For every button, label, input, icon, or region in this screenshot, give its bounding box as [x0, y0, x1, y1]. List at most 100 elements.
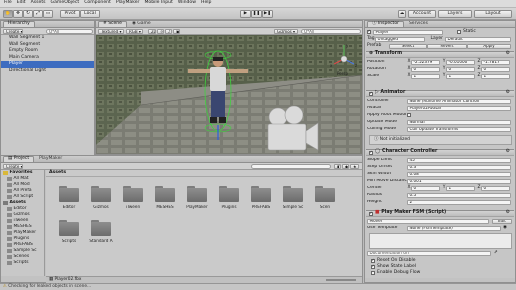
template-picker-icon[interactable]: ◉ [503, 225, 507, 231]
menu-item[interactable]: GameObject [51, 1, 80, 6]
hierarchy-item[interactable]: Player [1, 61, 94, 68]
fsm-check-row[interactable]: Enable Debug Flow [371, 270, 513, 276]
favorite-button[interactable]: ★ [350, 164, 359, 169]
gizmos-dropdown[interactable]: Gizmos ▾ [274, 29, 298, 34]
fsm-option-checkbox[interactable] [371, 271, 375, 275]
fsm-name-field[interactable]: Mover [367, 218, 489, 224]
transform-y-field[interactable]: 1 [446, 73, 475, 79]
tag-dropdown[interactable]: Untagged [375, 36, 425, 42]
fsm-description-box[interactable] [369, 233, 512, 249]
fsm-gear-icon[interactable]: ⚙ [506, 210, 510, 216]
menu-item[interactable]: Edit [17, 1, 26, 6]
pivot-toggle[interactable]: Pivot [60, 10, 80, 18]
folder-icon[interactable] [315, 185, 335, 202]
transform-z-field[interactable]: 0 [481, 66, 510, 72]
documentation-url-field[interactable]: Documentation Url [367, 250, 491, 256]
folder-icon[interactable] [91, 185, 111, 202]
menu-item[interactable]: PlayMaker [116, 1, 140, 6]
link-icon[interactable]: ⇗ [494, 250, 498, 256]
object-name-field[interactable]: Player [373, 29, 443, 35]
prefab-apply-button[interactable]: Apply [467, 43, 511, 49]
animator-field[interactable]: Normal [407, 119, 511, 125]
folder-icon[interactable] [59, 219, 79, 236]
template-field[interactable]: None (FsmTemplate) [407, 225, 501, 231]
scene-viewport[interactable]: y x z Persp [96, 35, 362, 155]
tab-scene[interactable]: # Scene [98, 21, 127, 27]
folder-icon[interactable] [59, 185, 79, 202]
apply-root-motion-checkbox[interactable] [407, 113, 411, 117]
cc-gear-icon[interactable]: ⚙ [506, 149, 510, 155]
static-checkbox[interactable] [457, 30, 461, 34]
fsm-header[interactable]: ✓ ■ Play Maker FSM (Script) ⚙ [366, 210, 514, 217]
transform-z-field[interactable]: 1 [481, 73, 510, 79]
transform-z-field[interactable]: -1.7817 [481, 59, 510, 65]
folder-icon[interactable] [219, 185, 239, 202]
animator-enabled-checkbox[interactable]: ✓ [369, 91, 373, 96]
2d-toggle[interactable]: 2D [148, 29, 156, 34]
menu-item[interactable]: File [4, 1, 12, 6]
hand-tool-button[interactable]: ✋ [3, 10, 13, 18]
play-button[interactable]: ▶ [240, 10, 251, 18]
fsm-option-checkbox[interactable]: ✓ [371, 259, 375, 263]
project-search-input[interactable] [251, 164, 331, 169]
audio-toggle[interactable]: ♪ [165, 29, 172, 34]
folder-icon[interactable] [91, 219, 111, 236]
render-mode-dropdown[interactable]: RGB ▾ [126, 29, 143, 34]
hierarchy-item[interactable]: Directional Light [1, 68, 94, 75]
folder-icon[interactable] [123, 185, 143, 202]
tab-hierarchy[interactable]: Hierarchy [3, 21, 35, 27]
folder-icon[interactable] [283, 185, 303, 202]
cc-field[interactable]: 2 [407, 199, 511, 205]
project-tree-item[interactable]: Scripts [1, 260, 44, 266]
shading-mode-dropdown[interactable]: Textured ▾ [98, 29, 124, 34]
animator-field[interactable]: None (Runtime Animator Controll [407, 98, 511, 104]
fsm-option-checkbox[interactable]: ✓ [371, 265, 375, 269]
layer-dropdown[interactable]: Default [445, 36, 511, 42]
menu-item[interactable]: Mobile Input [144, 1, 172, 6]
cc-field[interactable]: 0.3 [407, 164, 511, 170]
hierarchy-create-button[interactable]: Create ▾ [3, 29, 23, 34]
transform-y-field[interactable]: -0.01000 [446, 59, 475, 65]
menu-item[interactable]: Window [178, 1, 196, 6]
folder-icon[interactable] [187, 185, 207, 202]
fsm-enabled-checkbox[interactable]: ✓ [369, 211, 373, 216]
cc-field[interactable]: 45 [407, 157, 511, 163]
animator-header[interactable]: ✓ ▷ Animator ⚙ [366, 90, 514, 97]
tab-services[interactable]: Services [404, 21, 433, 27]
animator-field[interactable]: Player02Avatar [407, 105, 511, 111]
center-z-field[interactable]: 0 [481, 185, 510, 191]
filter-type-button[interactable]: ◧ [334, 164, 341, 169]
animator-field[interactable]: Cull Update Transforms [407, 126, 511, 132]
settings-gear-icon[interactable]: ⚙ [506, 51, 510, 57]
layers-dropdown[interactable]: Layers [438, 10, 472, 18]
cc-field[interactable]: 0.08 [407, 171, 511, 177]
character-controller-header[interactable]: ✓ ◯ Character Controller ⚙ [366, 149, 514, 156]
folder-icon[interactable] [251, 185, 271, 202]
fsm-edit-button[interactable]: Edit [492, 218, 512, 224]
animator-gear-icon[interactable]: ⚙ [506, 90, 510, 96]
transform-x-field[interactable]: 0 [411, 66, 440, 72]
menu-item[interactable]: Assets [31, 1, 46, 6]
hierarchy-search-input[interactable]: Q*All [46, 29, 93, 34]
rect-tool-button[interactable]: ▭ [43, 10, 53, 18]
transform-x-field[interactable]: -2.52379 [411, 59, 440, 65]
pause-button[interactable]: ❚❚ [251, 10, 262, 18]
cc-field[interactable]: 0.5 [407, 192, 511, 198]
account-dropdown[interactable]: Account [408, 10, 436, 18]
lighting-toggle[interactable]: ☼ [157, 29, 164, 34]
center-y-field[interactable]: 1 [446, 185, 475, 191]
layout-dropdown[interactable]: Layout [474, 10, 512, 18]
step-button[interactable]: ▶❚ [262, 10, 273, 18]
transform-y-field[interactable]: 0 [446, 66, 475, 72]
center-x-field[interactable]: 0 [411, 185, 440, 191]
prefab-revert-button[interactable]: Revert [427, 43, 467, 49]
scale-tool-button[interactable]: ⤢ [33, 10, 43, 18]
tab-inspector[interactable]: ⓘ Inspector [367, 21, 404, 27]
scene-search-input[interactable]: Q*All [301, 29, 361, 34]
thumbnail-size-slider[interactable] [326, 279, 356, 281]
menu-item[interactable]: Help [201, 1, 211, 6]
effects-toggle[interactable]: ▣ [173, 29, 180, 34]
transform-x-field[interactable]: 1 [411, 73, 440, 79]
active-checkbox[interactable]: ✓ [367, 30, 371, 34]
tab-playmaker[interactable]: PlayMaker [34, 156, 67, 162]
